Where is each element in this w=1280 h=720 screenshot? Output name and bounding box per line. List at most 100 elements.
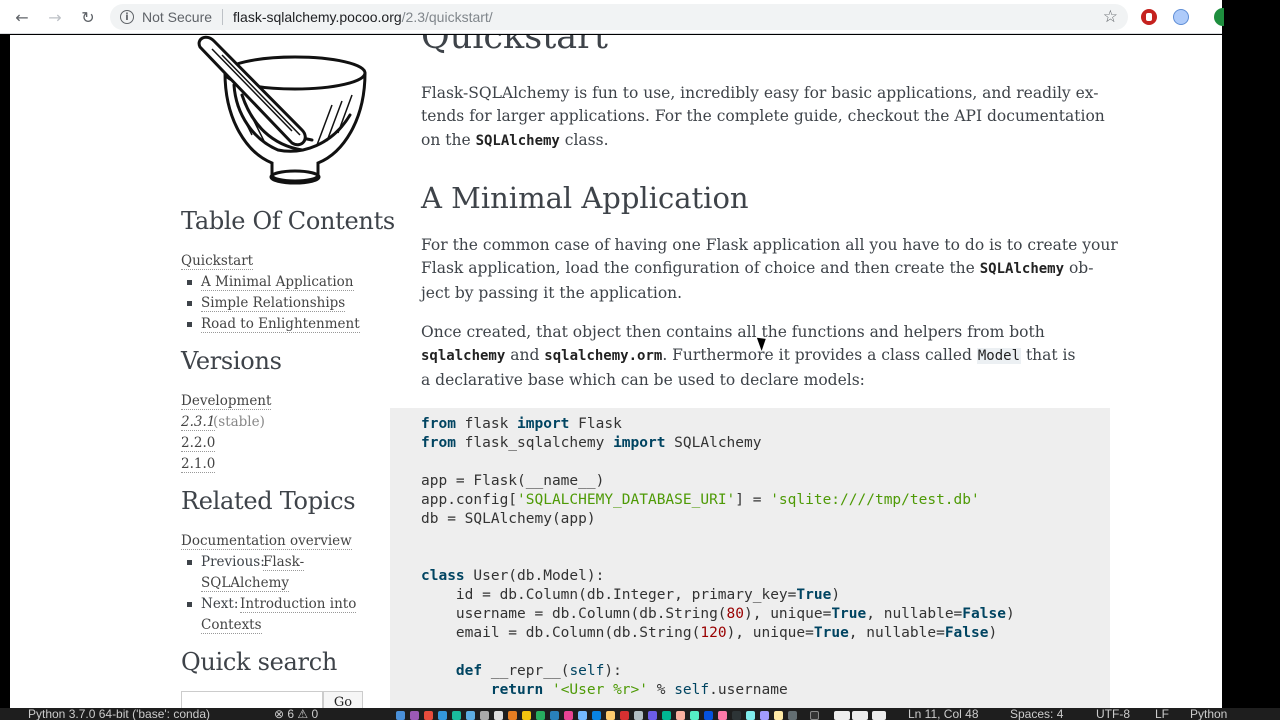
dock-app-icon[interactable]: [592, 711, 601, 720]
text-span: class.: [559, 130, 609, 149]
python-interpreter-status[interactable]: Python 3.7.0 64-bit ('base': conda): [28, 708, 210, 720]
code-line: def __repr__(self):: [421, 662, 1110, 681]
code-token: False: [944, 625, 989, 641]
info-icon[interactable]: i: [120, 10, 134, 24]
sqlalchemy-module-link[interactable]: sqlalchemy: [421, 348, 505, 364]
dock-app-icon[interactable]: [494, 711, 503, 720]
dock-app-icon[interactable]: [438, 711, 447, 720]
text-span: on the: [421, 130, 476, 149]
dock-app-icon[interactable]: [746, 711, 755, 720]
dock-app-icon[interactable]: [508, 711, 517, 720]
dock-window-icon[interactable]: [834, 711, 850, 720]
dock-app-icon[interactable]: [732, 711, 741, 720]
version-link-2-1-0[interactable]: 2.1.0: [181, 456, 216, 473]
dock-app-icon[interactable]: [466, 711, 475, 720]
next-link-line1[interactable]: Introduction into: [240, 596, 357, 613]
extension-icon[interactable]: [1173, 9, 1189, 25]
dock-app-icon[interactable]: [718, 711, 727, 720]
dock-terminal-icon[interactable]: [810, 711, 819, 720]
code-token: return: [490, 682, 544, 698]
dock-app-icon[interactable]: [620, 711, 629, 720]
security-label[interactable]: Not Secure: [142, 9, 212, 25]
browser-toolbar: ← → ↻ i Not Secure flask-sqlalchemy.poco…: [0, 0, 1224, 34]
toc-link-road-to-enlightenment[interactable]: Road to Enlightenment: [201, 316, 360, 333]
next-link-line2[interactable]: Contexts: [201, 617, 262, 634]
dock-app-icon[interactable]: [550, 711, 559, 720]
version-link-development[interactable]: Development: [181, 393, 272, 410]
dock-app-icon[interactable]: [480, 711, 489, 720]
dock-app-icon[interactable]: [690, 711, 699, 720]
code-string: 'sqlite:////tmp/test.db': [770, 492, 980, 508]
bullet: [187, 280, 192, 285]
extension-adblock-icon[interactable]: [1141, 9, 1157, 25]
code-line: from flask_sqlalchemy import SQLAlchemy: [421, 434, 1110, 453]
previous-link-line1[interactable]: Flask-: [263, 554, 305, 571]
bookmark-star-icon[interactable]: ☆: [1103, 7, 1118, 27]
code-token: False: [962, 606, 1006, 622]
cursor-position-status[interactable]: Ln 11, Col 48: [908, 708, 979, 720]
sqlalchemy-orm-module-link[interactable]: sqlalchemy.orm: [544, 348, 662, 364]
encoding-status[interactable]: UTF-8: [1096, 708, 1130, 720]
code-token: , nullable=: [866, 606, 963, 622]
dock-app-icon[interactable]: [452, 711, 461, 720]
text-span: Flask application, load the configuratio…: [421, 259, 980, 278]
code-number: 120: [700, 625, 727, 641]
code-string: 'SQLALCHEMY_DATABASE_URI': [517, 492, 736, 508]
problems-status[interactable]: ⊗ 6 ⚠ 0: [274, 708, 318, 720]
code-token: class: [421, 568, 465, 584]
code-token: ): [1005, 606, 1015, 622]
toc-link-simple-relationships[interactable]: Simple Relationships: [201, 295, 346, 312]
code-token: from: [421, 435, 456, 451]
dock-window-icon[interactable]: [852, 711, 868, 720]
dock-app-icon[interactable]: [564, 711, 573, 720]
url-host[interactable]: flask-sqlalchemy.pocoo.org: [233, 9, 402, 25]
toc-link-minimal-application[interactable]: A Minimal Application: [201, 274, 354, 291]
dock-app-icon[interactable]: [396, 711, 405, 720]
code-token: True: [831, 606, 867, 622]
dock-app-icon[interactable]: [676, 711, 685, 720]
address-bar[interactable]: i Not Secure flask-sqlalchemy.pocoo.org /…: [110, 4, 1128, 30]
url-path[interactable]: /2.3/quickstart/: [402, 9, 493, 25]
quick-search-input[interactable]: [181, 691, 323, 708]
dock-app-icon[interactable]: [774, 711, 783, 720]
dock-app-icon[interactable]: [536, 711, 545, 720]
dock-app-icon[interactable]: [424, 711, 433, 720]
sqlalchemy-class-link[interactable]: SQLAlchemy: [980, 261, 1064, 277]
code-token: ] =: [735, 492, 771, 508]
code-line: app.config['SQLALCHEMY_DATABASE_URI'] = …: [421, 491, 1110, 510]
dock-app-icon[interactable]: [578, 711, 587, 720]
dock-app-icon[interactable]: [788, 711, 797, 720]
profile-avatar[interactable]: [1214, 8, 1224, 26]
indentation-status[interactable]: Spaces: 4: [1010, 708, 1063, 720]
dock-app-icon[interactable]: [704, 711, 713, 720]
version-link-2-2-0[interactable]: 2.2.0: [181, 435, 216, 452]
reload-icon[interactable]: ↻: [78, 7, 98, 27]
language-mode-status[interactable]: Python: [1190, 708, 1227, 720]
code-token: id = db.Column(db.Integer, primary_key=: [421, 587, 797, 603]
search-go-button[interactable]: Go: [323, 691, 363, 708]
text-span: ob-: [1064, 259, 1094, 278]
sqlalchemy-class-link[interactable]: SQLAlchemy: [476, 133, 560, 149]
text-span: and: [505, 346, 545, 365]
forward-icon[interactable]: →: [45, 7, 65, 27]
related-link-documentation-overview[interactable]: Documentation overview: [181, 533, 352, 550]
dock-app-icon[interactable]: [662, 711, 671, 720]
code-token: Flask: [569, 416, 622, 432]
dock-app-icon[interactable]: [648, 711, 657, 720]
dock-app-icon[interactable]: [522, 711, 531, 720]
dock-trash-icon[interactable]: [872, 711, 886, 720]
previous-link-line2[interactable]: SQLAlchemy: [201, 575, 290, 592]
toc-link-quickstart[interactable]: Quickstart: [181, 253, 254, 270]
version-link-2-3-1[interactable]: 2.3.1: [181, 414, 216, 431]
dock-app-icon[interactable]: [760, 711, 769, 720]
back-icon[interactable]: ←: [12, 7, 32, 27]
code-token: .username: [709, 682, 788, 698]
dock-app-icon[interactable]: [634, 711, 643, 720]
dock-app-icon[interactable]: [410, 711, 419, 720]
dock-app-icon[interactable]: [606, 711, 615, 720]
eol-status[interactable]: LF: [1155, 708, 1169, 720]
